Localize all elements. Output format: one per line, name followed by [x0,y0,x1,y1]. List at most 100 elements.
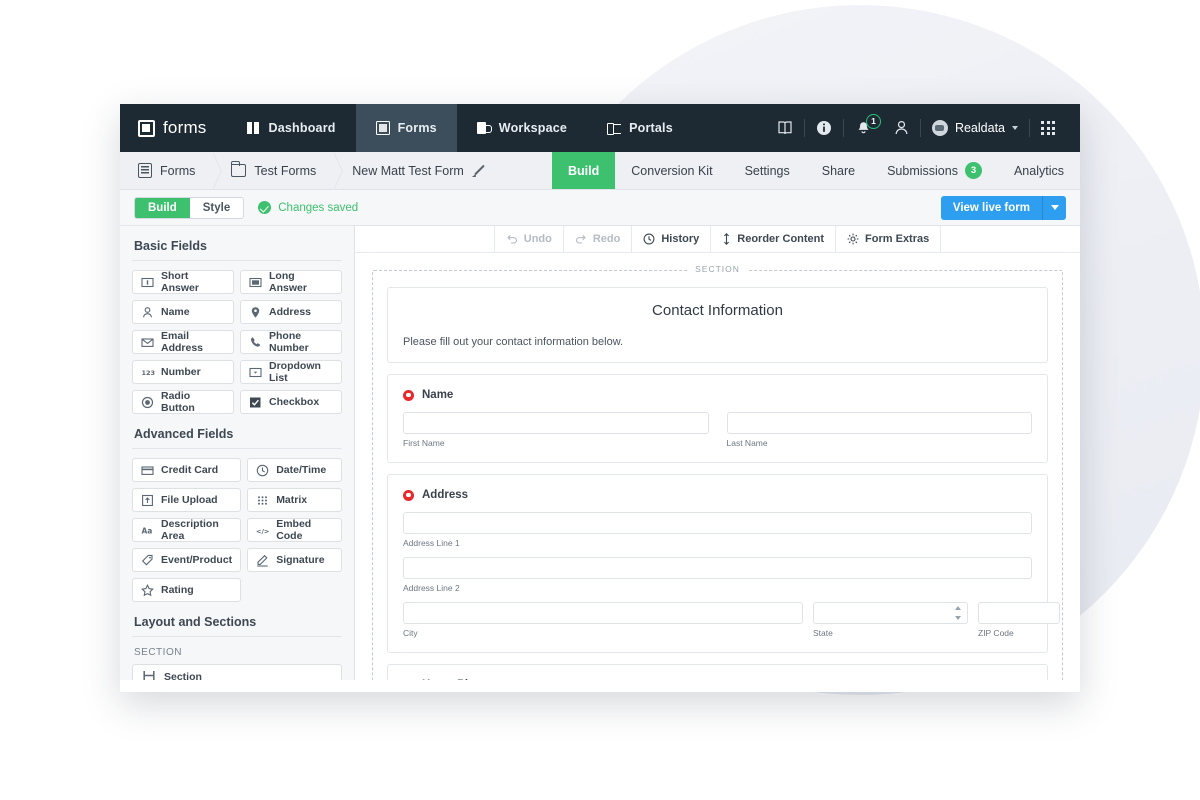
tab-build[interactable]: Build [552,152,616,189]
nav-item-dashboard[interactable]: Dashboard [227,104,356,152]
segment-style[interactable]: Style [189,197,244,218]
brand-label: forms [163,118,207,137]
nav-item-forms[interactable]: Forms [355,104,457,152]
address-line2-input[interactable] [403,557,1032,579]
account-menu[interactable]: Realdata [921,120,1029,136]
checkbox-icon [249,396,262,409]
book-icon [778,121,792,135]
field-dropdown-list[interactable]: Dropdown List [240,360,342,384]
breadcrumb-item-current-form: New Matt Test Form [334,152,503,189]
field-name[interactable]: Name [132,300,234,324]
field-label: Dropdown List [269,360,321,384]
form-tab-bar: Build Conversion Kit Settings Share Subm… [552,152,1080,189]
city-input[interactable] [403,602,803,624]
undo-label: Undo [523,233,552,245]
field-address[interactable]: Address [240,300,342,324]
field-label: Date/Time [276,464,327,476]
field-label: Name [161,306,190,318]
tab-submissions[interactable]: Submissions 3 [871,152,998,189]
nav-item-portals[interactable]: Portals [587,104,693,152]
field-rating[interactable]: Rating [132,578,242,602]
apps-launcher-button[interactable] [1030,104,1066,152]
text-aa-icon: Aa [141,524,154,537]
app-window: forms Dashboard Forms Workspace Portals [120,104,1080,692]
help-book-button[interactable] [766,104,804,152]
field-number[interactable]: 123 Number [132,360,234,384]
form-field-address[interactable]: Address Address Line 1 Address Line 2 Ci… [387,474,1060,653]
segment-label-build: Build [148,201,177,214]
brand-logo[interactable]: forms [120,104,227,152]
field-label: Embed Code [276,518,312,542]
field-radio-button[interactable]: Radio Button [132,390,234,414]
field-label-name: Name [422,389,454,401]
basic-fields-grid: Short Answer Long Answer Name Address Em… [132,270,342,414]
state-input[interactable] [813,602,968,624]
form-heading: Contact Information [652,302,783,319]
field-label: Short Answer [161,270,199,294]
notifications-button[interactable]: 1 [844,104,883,152]
field-label: Description Area [161,518,219,542]
undo-button[interactable]: Undo [493,226,563,252]
layout-item-label: Section [164,670,202,681]
history-clock-icon [643,233,655,245]
field-embed-code[interactable]: </> Embed Code [247,518,342,542]
user-profile-button[interactable] [883,104,920,152]
field-label-home-phone: Home Phone [422,679,492,680]
history-label: History [661,233,700,245]
redo-button[interactable]: Redo [562,226,632,252]
view-live-form-button[interactable]: View live form [940,195,1042,220]
form-preview-area: SECTION Contact Information Please fill … [355,253,1080,680]
form-field-name[interactable]: Name First Name Last Name [387,374,1048,463]
breadcrumb-item-test-forms[interactable]: Test Forms [213,152,344,190]
nav-label-forms: Forms [397,121,437,135]
form-extras-button[interactable]: Form Extras [835,226,942,252]
first-name-input[interactable] [403,412,709,434]
tab-settings[interactable]: Settings [729,152,806,189]
address-line1-group: Address Line 1 [403,512,1032,548]
field-matrix[interactable]: Matrix [247,488,342,512]
view-live-form-dropdown[interactable] [1042,195,1066,220]
field-long-answer[interactable]: Long Answer [240,270,342,294]
required-indicator-icon [403,489,414,501]
field-signature[interactable]: Signature [247,548,342,572]
segment-build[interactable]: Build [135,197,190,218]
layout-item-section[interactable]: Section [132,664,342,680]
tab-conversion-kit[interactable]: Conversion Kit [615,152,728,189]
breadcrumb-item-forms[interactable]: Forms [120,152,223,190]
state-stepper-icon[interactable] [954,606,962,620]
reorder-content-button[interactable]: Reorder Content [710,226,835,252]
field-label-address: Address [422,489,469,501]
required-indicator-icon [403,679,414,680]
first-name-group: First Name [403,412,709,448]
address-line1-input[interactable] [403,512,1032,534]
last-name-input[interactable] [726,412,1032,434]
form-header-card[interactable]: Contact Information Please fill out your… [387,287,1048,363]
field-checkbox[interactable]: Checkbox [240,390,342,414]
field-credit-card[interactable]: Credit Card [132,458,242,482]
svg-text:</>: </> [256,527,269,535]
field-phone-number[interactable]: Phone Number [240,330,342,354]
tab-label-settings: Settings [744,163,790,178]
field-date-time[interactable]: Date/Time [247,458,342,482]
field-event-product[interactable]: Event/Product [132,548,242,572]
field-description-area[interactable]: Aa Description Area [132,518,242,542]
tab-share[interactable]: Share [806,152,871,189]
reorder-icon [724,233,730,245]
zip-group: ZIP Code [978,602,1060,638]
nav-item-workspace[interactable]: Workspace [457,104,587,152]
history-button[interactable]: History [631,226,710,252]
breadcrumb-bar: Forms Test Forms New Matt Test Form Buil… [120,152,1080,190]
reorder-label: Reorder Content [737,233,825,245]
field-file-upload[interactable]: File Upload [132,488,242,512]
zip-input[interactable] [978,602,1060,624]
edit-pencil-icon[interactable] [472,164,485,177]
breadcrumb-label-test-forms: Test Forms [254,163,317,178]
action-bar: Build Style Changes saved View live form [120,190,1080,226]
tab-analytics[interactable]: Analytics [998,152,1080,189]
info-button[interactable] [805,104,843,152]
redo-label: Redo [592,233,621,245]
field-short-answer[interactable]: Short Answer [132,270,234,294]
field-email-address[interactable]: Email Address [132,330,234,354]
form-field-home-phone[interactable]: Home Phone [387,664,1048,680]
dropdown-icon [249,366,262,379]
